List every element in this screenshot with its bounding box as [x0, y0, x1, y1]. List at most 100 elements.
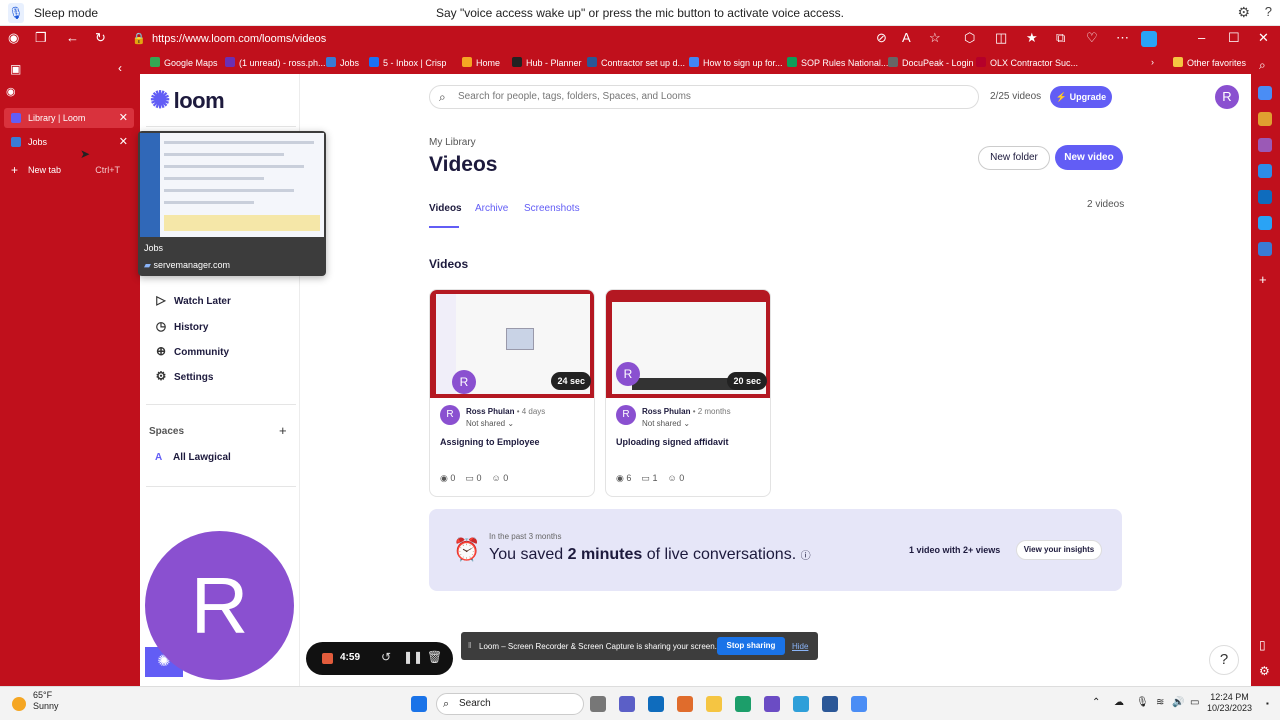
drag-handle-icon[interactable]: ‖	[468, 641, 471, 650]
view-insights-button[interactable]: View your insights	[1016, 540, 1102, 560]
word-icon[interactable]	[822, 696, 838, 712]
new-tab-button[interactable]: + New tab Ctrl+T	[4, 160, 134, 180]
help-icon[interactable]: ?	[1265, 4, 1272, 19]
volume-icon[interactable]: 🔊	[1172, 697, 1184, 708]
task-view-icon[interactable]	[590, 696, 606, 712]
copilot-side-icon[interactable]	[1258, 164, 1272, 178]
favorite-unread[interactable]: (1 unread) - ross.ph...	[225, 57, 326, 68]
folder-side-icon[interactable]	[1258, 242, 1272, 256]
close-tab-icon[interactable]: ✕	[119, 132, 128, 152]
video-card[interactable]: R 24 sec R Ross Phulan • 4 days Not shar…	[429, 289, 595, 497]
favorite-google-maps[interactable]: Google Maps	[150, 57, 218, 68]
favorite-contractor[interactable]: Contractor set up d...	[587, 57, 685, 68]
favorite-docupeak[interactable]: DocuPeak - Login	[888, 57, 974, 68]
refresh-icon[interactable]: ↻	[95, 30, 106, 46]
gear-icon[interactable]: ⚙	[1259, 664, 1270, 678]
games-icon[interactable]	[1258, 138, 1272, 152]
nav-settings[interactable]: ⚙ Settings	[154, 369, 214, 383]
favorite-sop[interactable]: SOP Rules National...	[787, 57, 888, 68]
pause-icon[interactable]: ❚❚	[403, 650, 423, 664]
video-title[interactable]: Assigning to Employee	[440, 437, 540, 447]
restart-icon[interactable]: ↺	[381, 650, 391, 664]
collapse-panel-icon[interactable]: ‹	[118, 61, 122, 75]
media-icon[interactable]	[764, 696, 780, 712]
tab-library-loom[interactable]: Library | Loom ✕	[4, 108, 134, 128]
performance-icon[interactable]: ♡	[1086, 30, 1098, 46]
extensions-icon[interactable]: ⬡	[964, 30, 975, 46]
stop-sharing-button[interactable]: Stop sharing	[717, 637, 785, 655]
gear-icon[interactable]: ⚙	[1237, 4, 1250, 21]
edge-icon[interactable]	[735, 696, 751, 712]
favorites-icon[interactable]: ★	[1026, 30, 1038, 46]
workspaces-icon[interactable]: ❒	[35, 30, 47, 46]
system-clock[interactable]: 12:24 PM 10/23/2023	[1207, 692, 1252, 714]
tab-archive[interactable]: Archive	[475, 203, 508, 214]
people-icon[interactable]	[851, 696, 867, 712]
file-explorer-icon[interactable]	[706, 696, 722, 712]
upgrade-button[interactable]: ⚡ Upgrade	[1050, 86, 1112, 108]
drop-icon[interactable]	[1258, 216, 1272, 230]
calculator-icon[interactable]	[793, 696, 809, 712]
outlook-icon[interactable]	[648, 696, 664, 712]
nav-history[interactable]: ◷ History	[154, 319, 209, 333]
read-aloud-icon[interactable]: A	[902, 30, 911, 45]
back-icon[interactable]: ←	[66, 30, 79, 45]
camera-bubble-avatar[interactable]: R	[145, 531, 294, 680]
favorite-how-to[interactable]: How to sign up for...	[689, 57, 783, 68]
shopping-icon[interactable]	[1258, 86, 1272, 100]
teams-icon[interactable]	[619, 696, 635, 712]
favorite-other[interactable]: Other favorites	[1173, 57, 1246, 68]
microphone-icon[interactable]: 🎙	[1136, 697, 1149, 708]
chevron-right-icon[interactable]: ›	[1151, 57, 1154, 67]
address-bar[interactable]: 🔒 https://www.loom.com/looms/videos	[126, 29, 886, 49]
collections-icon[interactable]: ⧉	[1056, 30, 1065, 46]
tab-videos[interactable]: Videos	[429, 203, 462, 214]
minimize-icon[interactable]: –	[1198, 30, 1205, 45]
tab-actions-icon[interactable]: ▣	[10, 62, 21, 76]
weather-widget[interactable]: 65°F Sunny	[33, 690, 59, 712]
favorite-star-icon[interactable]: ☆	[929, 30, 941, 46]
close-window-icon[interactable]: ✕	[1258, 30, 1269, 46]
notifications-icon[interactable]: ▪	[1266, 699, 1269, 708]
taskbar-search[interactable]: ⌕ Search	[436, 693, 584, 715]
close-tab-icon[interactable]: ✕	[119, 108, 128, 128]
chevron-up-icon[interactable]: ⌃	[1092, 697, 1100, 708]
favorite-olx[interactable]: OLX Contractor Suc...	[976, 57, 1078, 68]
new-video-button[interactable]: New video	[1055, 145, 1123, 170]
photos-icon[interactable]	[677, 696, 693, 712]
delete-icon[interactable]: 🗑	[427, 650, 442, 664]
sidebar-layout-icon[interactable]: ▯	[1259, 638, 1266, 652]
new-folder-button[interactable]: New folder	[978, 146, 1050, 170]
tab-screenshots[interactable]: Screenshots	[524, 203, 580, 214]
split-screen-icon[interactable]: ◫	[995, 30, 1007, 46]
profile-icon[interactable]: ◉	[8, 30, 19, 46]
loom-logo[interactable]: ✺ loom	[150, 86, 225, 115]
favorite-jobs[interactable]: Jobs	[326, 57, 359, 68]
add-icon[interactable]: +	[1259, 272, 1267, 287]
video-thumbnail[interactable]: R 20 sec	[606, 290, 770, 398]
add-space-button[interactable]: +	[279, 423, 287, 438]
battery-icon[interactable]: ▭	[1190, 697, 1199, 708]
help-button[interactable]: ?	[1209, 645, 1239, 675]
maximize-icon[interactable]: ☐	[1228, 30, 1240, 46]
space-all-lawgical[interactable]: A All Lawgical	[155, 452, 231, 463]
nav-community[interactable]: ⊕ Community	[154, 344, 229, 358]
stop-recording-button[interactable]	[322, 653, 333, 664]
search-icon[interactable]: ⌕	[1259, 58, 1266, 73]
breadcrumb[interactable]: My Library	[429, 137, 476, 148]
hide-link[interactable]: Hide	[792, 642, 808, 651]
favorite-hub-planner[interactable]: Hub - Planner	[512, 57, 582, 68]
sharing-status[interactable]: Not shared ⌄	[466, 419, 514, 428]
sharing-status[interactable]: Not shared ⌄	[642, 419, 690, 428]
video-quota[interactable]: 2/25 videos	[990, 91, 1041, 102]
tab-jobs[interactable]: Jobs ✕	[4, 132, 134, 152]
video-thumbnail[interactable]: R 24 sec	[430, 290, 594, 398]
more-icon[interactable]: ⋯	[1116, 30, 1129, 46]
user-avatar[interactable]: R	[1215, 85, 1239, 109]
video-title[interactable]: Uploading signed affidavit	[616, 437, 729, 447]
tools-icon[interactable]	[1258, 112, 1272, 126]
search-input[interactable]: ⌕ Search for people, tags, folders, Spac…	[429, 85, 979, 109]
nav-watch-later[interactable]: ▷ Watch Later	[154, 293, 231, 307]
video-card[interactable]: R 20 sec R Ross Phulan • 2 months Not sh…	[605, 289, 771, 497]
outlook-icon[interactable]	[1258, 190, 1272, 204]
